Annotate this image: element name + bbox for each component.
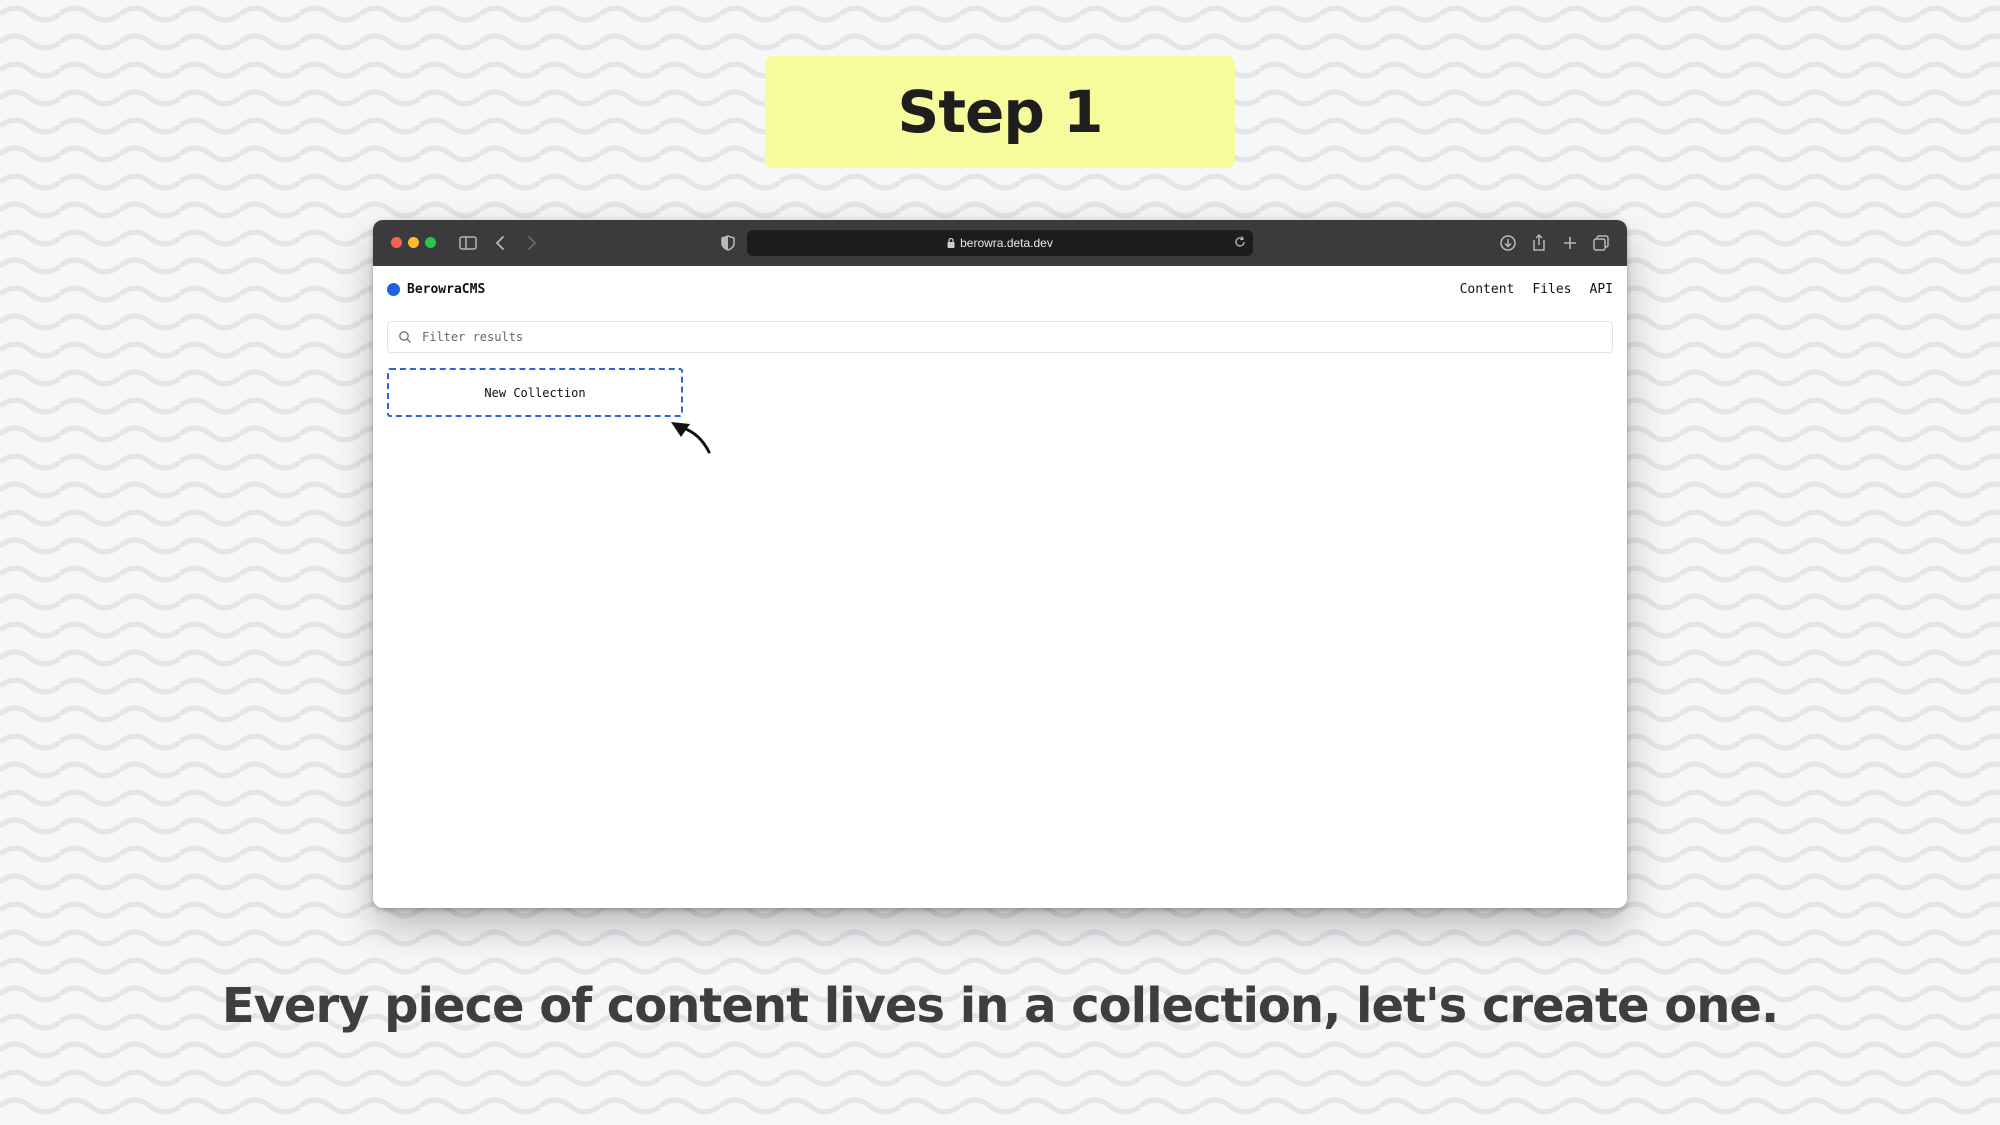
brand-name: BerowraCMS: [407, 282, 486, 297]
filter-bar: [387, 321, 1613, 353]
browser-toolbar: berowra.deta.dev: [373, 220, 1627, 266]
search-icon: [399, 331, 411, 343]
url-text: berowra.deta.dev: [960, 236, 1053, 250]
maximize-window-button[interactable]: [425, 237, 436, 248]
pointer-arrow-icon: [671, 422, 711, 454]
nav-files-link[interactable]: Files: [1532, 282, 1571, 297]
brand-logo-dot: [387, 283, 400, 296]
new-collection-label: New Collection: [484, 385, 586, 400]
step-badge: Step 1: [765, 56, 1235, 168]
sidebar-icon[interactable]: [457, 232, 479, 254]
new-collection-button[interactable]: New Collection: [387, 368, 683, 417]
nav-content-link[interactable]: Content: [1460, 282, 1515, 297]
top-nav: Content Files API: [1460, 282, 1613, 297]
brand[interactable]: BerowraCMS: [387, 282, 485, 297]
address-bar[interactable]: berowra.deta.dev: [747, 230, 1253, 256]
filter-input[interactable]: [420, 329, 1604, 345]
nav-api-link[interactable]: API: [1590, 282, 1613, 297]
step-title: Step 1: [897, 78, 1104, 146]
lock-icon: [947, 238, 955, 248]
back-icon[interactable]: [490, 232, 512, 254]
shield-icon[interactable]: [717, 232, 739, 254]
app-content: BerowraCMS Content Files API New Collect…: [373, 266, 1627, 908]
tabs-overview-icon[interactable]: [1590, 232, 1612, 254]
download-icon[interactable]: [1497, 232, 1519, 254]
reload-icon[interactable]: [1233, 235, 1247, 249]
browser-window: berowra.deta.dev BerowraCMS Content File…: [373, 220, 1627, 908]
close-window-button[interactable]: [391, 237, 402, 248]
caption-text: Every piece of content lives in a collec…: [221, 978, 1779, 1034]
forward-icon[interactable]: [520, 232, 542, 254]
share-icon[interactable]: [1528, 232, 1550, 254]
new-tab-icon[interactable]: [1559, 232, 1581, 254]
minimize-window-button[interactable]: [408, 237, 419, 248]
